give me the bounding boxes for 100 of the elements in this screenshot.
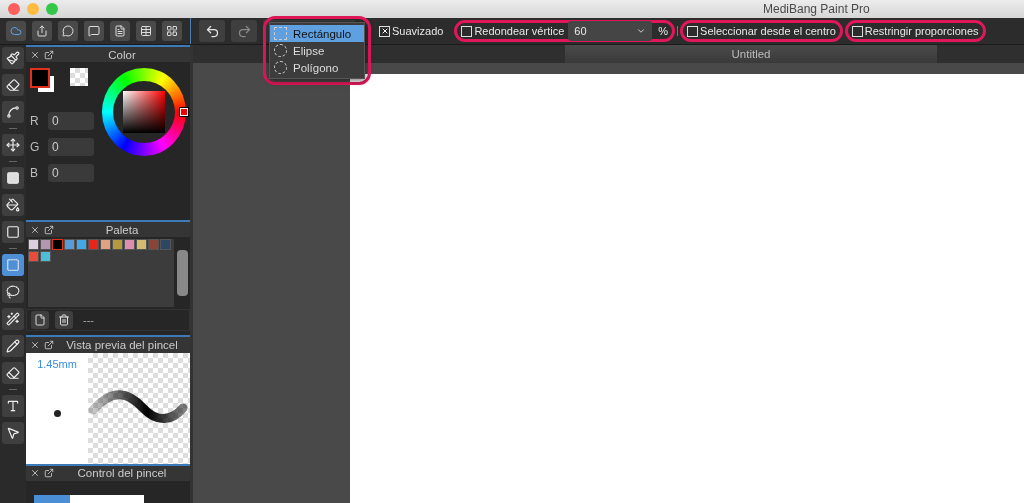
channel-field[interactable]: 0 [48,164,94,183]
color-swatch[interactable] [136,239,147,251]
close-icon[interactable] [30,468,40,479]
color-swatch[interactable] [100,239,111,251]
channel-label: G [30,140,40,155]
color-swatch[interactable] [88,239,99,251]
panel-title: Paleta [104,223,140,236]
file-icon [34,314,46,327]
comment-icon [88,25,100,37]
select-rect-icon [6,258,20,272]
select-rect-tool[interactable] [2,254,24,276]
operation-icon [6,426,20,440]
channel-field[interactable]: 0 [48,112,94,131]
brush-size: 1.45mm [37,357,77,370]
popout-icon[interactable] [44,49,54,60]
eraser-tool[interactable] [2,74,24,96]
bucket-tool[interactable] [2,194,24,216]
checkbox[interactable] [461,25,473,37]
close-icon[interactable] [30,339,40,350]
color-swatch[interactable] [52,239,63,251]
palette-name: --- [83,314,94,327]
channel-label: B [30,166,39,181]
window-title: MediBang Paint Pro [763,2,870,16]
color-swatch[interactable] [124,239,135,251]
fill-rect-tool[interactable] [2,167,24,189]
document-button[interactable] [110,21,130,41]
menu-item[interactable]: Elipse [270,42,364,59]
checkbox[interactable] [851,25,863,37]
transparent-chip[interactable] [70,68,88,87]
unit-label: % [658,25,669,37]
popout-icon[interactable] [44,468,54,479]
option-checkbox[interactable]: Redondear vértice [461,25,565,37]
chevron-icon [636,26,647,36]
color-swatch[interactable] [28,251,39,263]
color-chips[interactable] [30,68,56,95]
color-swatch[interactable] [40,239,51,251]
layout-icon [166,25,178,37]
number-field[interactable]: 60 [568,21,653,41]
cloud-button[interactable] [6,21,26,41]
menu-item[interactable]: Rectángulo [270,25,364,42]
color-swatch[interactable] [40,251,51,263]
option-checkbox[interactable]: Restringir proporciones [851,25,979,37]
brush-tool[interactable] [2,47,24,69]
new-file-button[interactable] [31,311,49,330]
color-swatch[interactable] [112,239,123,251]
trash-icon [58,314,70,327]
option-checkbox[interactable]: Seleccionar desde el centro [687,25,836,37]
close-icon[interactable] [30,224,40,235]
history-icon [140,25,152,37]
wand-icon [6,312,20,326]
color-swatch[interactable] [64,239,75,251]
lasso-icon [6,285,20,299]
text-icon [6,399,20,413]
panel-title: Color [107,48,137,61]
redo-icon [236,23,252,39]
channel-field[interactable]: 0 [48,138,94,157]
text-tool[interactable] [2,395,24,417]
document-icon [114,25,126,37]
checkbox[interactable] [379,25,390,37]
color-swatch[interactable] [148,239,159,251]
dotline-icon [6,105,20,119]
slider-track[interactable] [34,495,144,503]
brush-icon [6,51,20,65]
panel-title: Vista previa del pincel [65,338,179,351]
popout-icon[interactable] [44,224,54,235]
wand-tool[interactable] [2,308,24,330]
option-checkbox[interactable]: Suavizado [379,25,444,37]
delete-button[interactable] [55,311,73,330]
bucket-icon [6,198,20,212]
menu-item[interactable]: Polígono [270,59,364,76]
move-tool[interactable] [2,134,24,156]
fill-rect-icon [6,171,20,185]
select-pen-tool[interactable] [2,335,24,357]
checkbox[interactable] [687,25,699,37]
comment-button[interactable] [84,21,104,41]
lasso-tool[interactable] [2,281,24,303]
dotline-tool[interactable] [2,101,24,123]
channel-label: R [30,114,40,129]
operation-tool[interactable] [2,422,24,444]
select-eraser-icon [6,366,20,380]
document-tab[interactable]: Untitled [565,45,937,63]
move-icon [6,138,20,152]
dashed-square-icon [274,27,287,40]
gradient-tool[interactable] [2,221,24,243]
cloud-icon [10,25,22,37]
chat-button[interactable] [58,21,78,41]
color-swatch[interactable] [160,239,171,251]
select-eraser-tool[interactable] [2,362,24,384]
close-icon[interactable] [30,49,40,60]
layout-button[interactable] [162,21,182,41]
history-button[interactable] [136,21,156,41]
undo-icon [204,23,220,39]
undo-button[interactable] [199,20,225,42]
color-swatch[interactable] [28,239,39,251]
popout-icon[interactable] [44,339,54,350]
eraser-icon [6,78,20,92]
color-swatch[interactable] [76,239,87,251]
chat-icon [62,25,74,37]
share-button[interactable] [32,21,52,41]
select-pen-icon [6,339,20,353]
